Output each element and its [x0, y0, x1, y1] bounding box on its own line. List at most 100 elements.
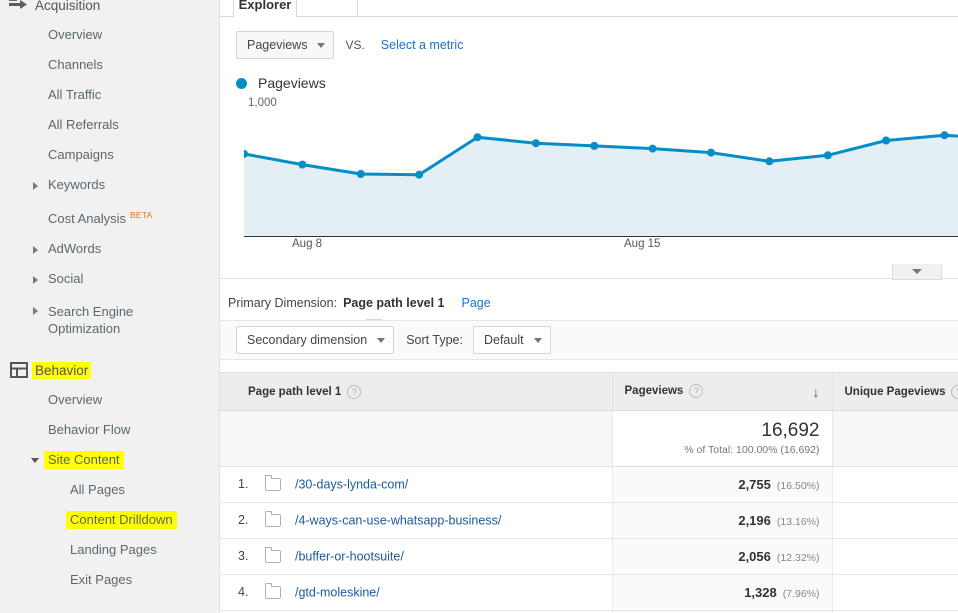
sort-type-value: Default [484, 333, 524, 347]
tooltip-caret [228, 312, 958, 320]
sidebar-item-channels[interactable]: Channels [0, 50, 219, 80]
totals-pageviews-cell: 16,692 % of Total: 100.00% (16,692) [612, 411, 832, 467]
row-pageviews-percent: (16.50%) [777, 480, 820, 492]
sidebar-item-label: All Traffic [44, 86, 105, 104]
sidebar-item-behavior-flow[interactable]: Behavior Flow [0, 415, 219, 445]
row-pageviews-value: 2,755 [738, 477, 771, 492]
primary-dimension-label: Primary Dimension: [228, 296, 337, 310]
row-pageviews-value: 2,196 [738, 513, 771, 528]
secondary-dimension-select[interactable]: Secondary dimension [236, 326, 394, 354]
row-unique-pageviews-cell [832, 575, 958, 611]
chart-footer [220, 264, 958, 282]
sort-type-select[interactable]: Default [473, 326, 551, 354]
table-row[interactable]: 3. /buffer-or-hootsuite/ 2,056(12.32%) [220, 539, 958, 575]
sort-desc-icon: ↓ [813, 385, 820, 399]
row-path-link[interactable]: /30-days-lynda-com/ [295, 478, 408, 492]
sidebar-item-overview[interactable]: Overview [0, 20, 219, 50]
x-axis-tick-aug15: Aug 15 [624, 238, 660, 250]
nav-section-behavior: Behavior Overview Behavior Flow Site Con… [0, 361, 219, 595]
table-row[interactable]: 1. /30-days-lynda-com/ 2,755 (16.50%) [220, 467, 958, 503]
row-path-link[interactable]: /buffer-or-hootsuite/ [295, 550, 404, 564]
metric-bar: Pageviews VS. Select a metric [220, 17, 958, 59]
totals-pageviews-value: 16,692 [625, 420, 820, 442]
metric-select-value: Pageviews [247, 38, 307, 52]
sidebar-item-label: AdWords [44, 240, 105, 258]
x-axis-tick-aug8: Aug 8 [292, 238, 322, 250]
sidebar-item-label: Overview [44, 391, 106, 409]
divider [220, 278, 958, 279]
metric-select[interactable]: Pageviews [236, 31, 334, 59]
folder-icon [265, 586, 281, 599]
sidebar-item-keywords[interactable]: Keywords [0, 170, 219, 200]
layout-grid-icon [6, 362, 32, 378]
row-pageviews-cell: 2,056(12.32%) [612, 539, 832, 575]
sidebar-item-behavior-overview[interactable]: Overview [0, 385, 219, 415]
chart-plot [244, 103, 958, 237]
table-header-row: Page path level 1? ↓ Pageviews? Unique P… [220, 373, 958, 411]
select-a-metric-link[interactable]: Select a metric [381, 38, 464, 52]
data-table-wrap: Page path level 1? ↓ Pageviews? Unique P… [220, 372, 958, 613]
help-icon[interactable]: ? [689, 384, 703, 398]
help-icon[interactable]: ? [347, 385, 361, 399]
sidebar-section-label: Acquisition [32, 0, 103, 14]
column-header-unique-pageviews[interactable]: Unique Pageviews? [832, 373, 958, 411]
beta-badge: BETA [130, 210, 152, 220]
row-path-link[interactable]: /4-ways-can-use-whatsapp-business/ [295, 514, 501, 528]
folder-icon [265, 514, 281, 527]
row-pageviews-percent: (13.16%) [777, 516, 820, 528]
folder-icon [265, 478, 281, 491]
sidebar-item-label: Search Engine Optimization [44, 302, 172, 339]
row-pageviews-cell: 2,196 (13.16%) [612, 503, 832, 539]
pageviews-chart[interactable]: 1,000 500 Aug 8 Aug 15 Aug 22 [236, 98, 958, 258]
sort-type-label: Sort Type: [406, 333, 463, 347]
column-header-page-path[interactable]: Page path level 1? [220, 373, 612, 411]
help-icon[interactable]: ? [951, 385, 958, 399]
collapse-chart-button[interactable] [892, 264, 942, 280]
x-axis-line [244, 236, 958, 237]
chevron-down-icon [534, 338, 542, 343]
totals-pageviews-subtext: % of Total: 100.00% (16,692) [625, 443, 820, 457]
chevron-right-icon [33, 276, 38, 284]
sidebar-item-all-referrals[interactable]: All Referrals [0, 110, 219, 140]
sidebar: Acquisition Overview Channels All Traffi… [0, 0, 220, 613]
row-pageviews-cell: 1,328(7.96%) [612, 575, 832, 611]
table-row[interactable]: 2. /4-ways-can-use-whatsapp-business/ 2,… [220, 503, 958, 539]
sidebar-item-site-content[interactable]: Site Content [0, 445, 219, 475]
tab-bar: Explorer [220, 0, 958, 17]
sidebar-item-label: Overview [44, 26, 106, 44]
chevron-down-icon [912, 269, 922, 274]
sidebar-item-adwords[interactable]: AdWords [0, 234, 219, 264]
nav-section-acquisition: Acquisition Overview Channels All Traffi… [0, 0, 219, 347]
sidebar-item-search-engine-optimization[interactable]: Search Engine Optimization [0, 294, 219, 347]
totals-empty-cell [220, 411, 612, 467]
sidebar-item-landing-pages[interactable]: Landing Pages [0, 535, 219, 565]
primary-dimension: Primary Dimension: Page path level 1 Pag… [228, 296, 958, 310]
sidebar-item-all-traffic[interactable]: All Traffic [0, 80, 219, 110]
sidebar-section-label: Behavior [32, 362, 91, 379]
table-controls: Secondary dimension Sort Type: Default [220, 320, 958, 360]
sidebar-item-label: Channels [44, 56, 107, 74]
row-path-cell: 3. /buffer-or-hootsuite/ [220, 539, 612, 575]
sidebar-item-campaigns[interactable]: Campaigns [0, 140, 219, 170]
row-path-link[interactable]: /gtd-moleskine/ [295, 586, 380, 600]
row-unique-pageviews-cell [832, 539, 958, 575]
column-header-pageviews[interactable]: ↓ Pageviews? [612, 373, 832, 411]
sidebar-item-content-drilldown[interactable]: Content Drilldown [0, 505, 219, 535]
chevron-down-icon [377, 338, 385, 343]
row-path-cell: 4. /gtd-moleskine/ [220, 575, 612, 611]
sidebar-item-cost-analysis[interactable]: Cost AnalysisBETA [0, 200, 219, 234]
table-row[interactable]: 4. /gtd-moleskine/ 1,328(7.96%) [220, 575, 958, 611]
sidebar-item-all-pages[interactable]: All Pages [0, 475, 219, 505]
tab-explorer[interactable]: Explorer [233, 0, 297, 18]
row-path-cell: 1. /30-days-lynda-com/ [220, 467, 612, 503]
sidebar-item-exit-pages[interactable]: Exit Pages [0, 565, 219, 595]
sidebar-item-behavior[interactable]: Behavior [0, 361, 219, 379]
primary-dimension-value[interactable]: Page path level 1 [343, 296, 444, 310]
row-pageviews-value: 1,328 [744, 585, 777, 600]
sidebar-item-acquisition[interactable]: Acquisition [0, 0, 219, 14]
sidebar-item-label: All Pages [66, 481, 129, 499]
primary-dimension-page-link[interactable]: Page [462, 296, 491, 310]
sidebar-item-social[interactable]: Social [0, 264, 219, 294]
chart-legend: Pageviews [236, 75, 958, 91]
sidebar-item-label: Landing Pages [66, 541, 161, 559]
